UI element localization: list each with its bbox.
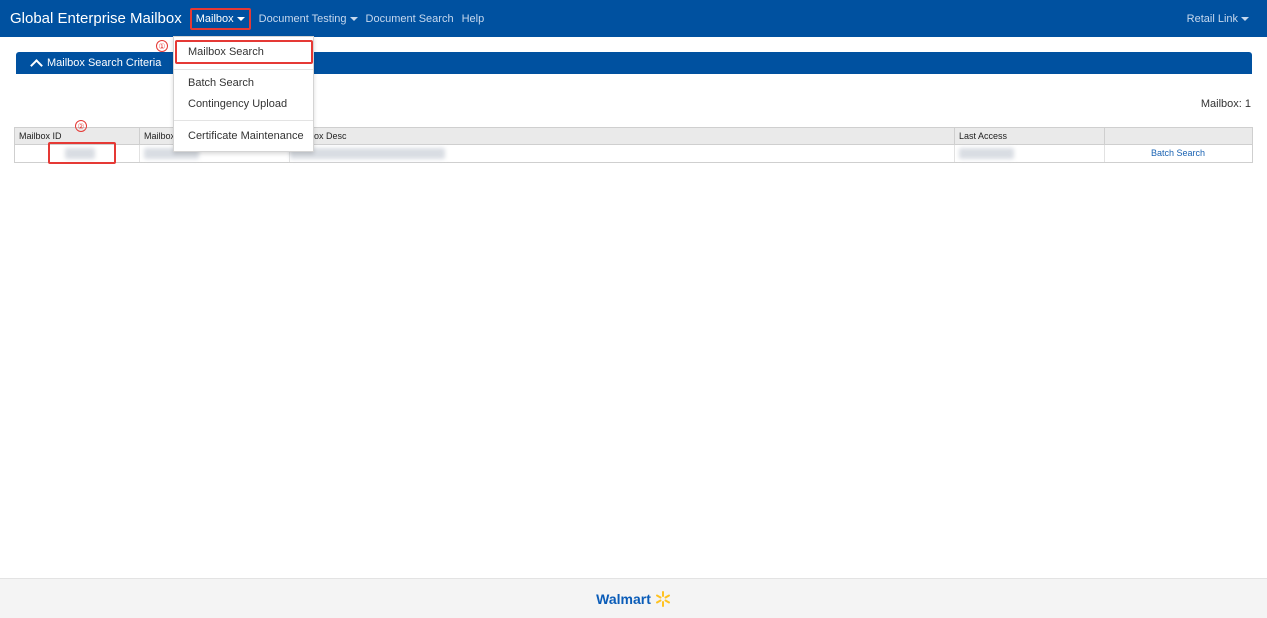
column-header-actions	[1105, 128, 1252, 145]
redacted-value	[959, 148, 1014, 159]
chevron-up-icon	[30, 58, 43, 72]
top-navbar: Global Enterprise Mailbox Mailbox Docume…	[0, 0, 1267, 37]
walmart-spark-icon	[655, 590, 670, 607]
walmart-logo: Walmart	[596, 590, 651, 607]
menu-item-contingency-upload[interactable]: Contingency Upload	[188, 98, 287, 110]
annotation-highlight-mailbox-id	[48, 142, 116, 164]
nav-mailbox-label: Mailbox	[195, 12, 234, 25]
annotation-marker-1: ①	[156, 40, 168, 52]
nav-help[interactable]: Help	[462, 8, 485, 30]
menu-divider	[174, 120, 313, 121]
batch-search-link[interactable]: Batch Search	[1151, 145, 1205, 162]
search-criteria-label: Mailbox Search Criteria	[47, 57, 162, 69]
annotation-marker-2: ②	[75, 120, 87, 132]
caret-down-icon	[349, 16, 358, 21]
column-header-last-access[interactable]: Last Access	[955, 128, 1105, 145]
mailbox-dropdown-menu: Mailbox Search Batch Search Contingency …	[173, 36, 314, 152]
nav-document-search[interactable]: Document Search	[366, 8, 454, 30]
page-footer: Walmart	[0, 578, 1267, 618]
nav-document-testing-label: Document Testing	[258, 12, 347, 25]
app-brand[interactable]: Global Enterprise Mailbox	[0, 10, 190, 27]
nav-retail-link[interactable]: Retail Link	[1187, 0, 1249, 37]
column-header-mailbox-desc[interactable]: ox Desc	[290, 128, 955, 145]
menu-item-certificate-maintenance[interactable]: Certificate Maintenance	[188, 130, 304, 142]
result-count: Mailbox: 1	[1200, 98, 1251, 110]
cell-action: Batch Search	[1105, 145, 1252, 162]
menu-item-batch-search[interactable]: Batch Search	[188, 77, 254, 89]
nav-mailbox[interactable]: Mailbox	[189, 7, 251, 30]
caret-down-icon	[236, 16, 245, 21]
menu-item-mailbox-search[interactable]: Mailbox Search	[188, 46, 264, 58]
cell-mailbox-desc	[290, 145, 955, 162]
nav-retail-link-label: Retail Link	[1186, 12, 1238, 25]
cell-last-access	[955, 145, 1105, 162]
nav-document-testing[interactable]: Document Testing	[259, 8, 358, 30]
menu-divider	[174, 69, 313, 70]
caret-down-icon	[1241, 16, 1249, 21]
